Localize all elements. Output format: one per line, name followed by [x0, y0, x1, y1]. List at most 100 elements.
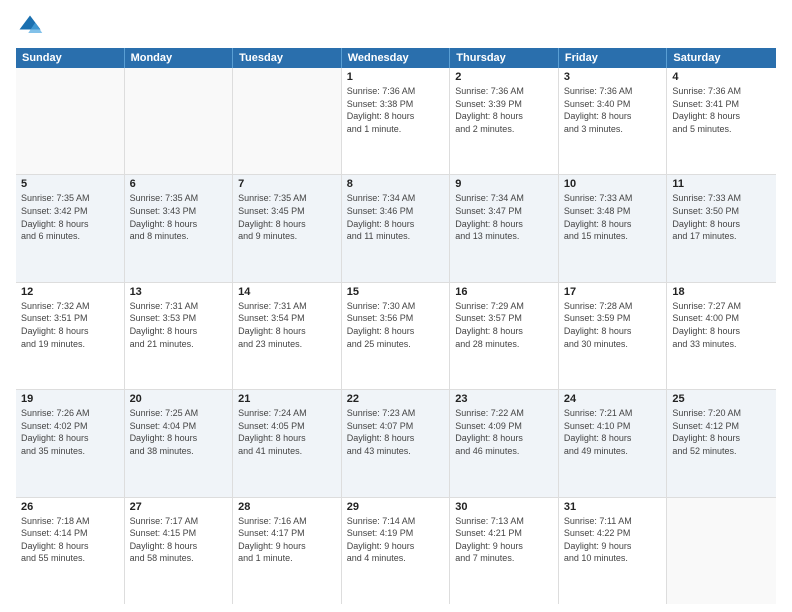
day-number: 29	[347, 501, 445, 513]
day-number: 7	[238, 178, 336, 190]
header-day-wednesday: Wednesday	[342, 48, 451, 68]
day-number: 11	[672, 178, 771, 190]
page: SundayMondayTuesdayWednesdayThursdayFrid…	[0, 0, 792, 612]
cell-detail: Sunrise: 7:13 AMSunset: 4:21 PMDaylight:…	[455, 515, 553, 565]
header-day-friday: Friday	[559, 48, 668, 68]
cal-cell-4-1: 27 Sunrise: 7:17 AMSunset: 4:15 PMDayligh…	[125, 498, 234, 604]
day-number: 21	[238, 393, 336, 405]
day-number: 19	[21, 393, 119, 405]
cal-cell-3-3: 22 Sunrise: 7:23 AMSunset: 4:07 PMDayligh…	[342, 390, 451, 496]
logo	[16, 12, 48, 40]
cal-cell-4-3: 29 Sunrise: 7:14 AMSunset: 4:19 PMDayligh…	[342, 498, 451, 604]
day-number: 17	[564, 286, 662, 298]
cell-detail: Sunrise: 7:11 AMSunset: 4:22 PMDaylight:…	[564, 515, 662, 565]
cal-cell-2-2: 14 Sunrise: 7:31 AMSunset: 3:54 PMDayligh…	[233, 283, 342, 389]
day-number: 5	[21, 178, 119, 190]
cal-cell-0-6: 4 Sunrise: 7:36 AMSunset: 3:41 PMDaylight…	[667, 68, 776, 174]
cal-cell-4-4: 30 Sunrise: 7:13 AMSunset: 4:21 PMDayligh…	[450, 498, 559, 604]
header-day-thursday: Thursday	[450, 48, 559, 68]
day-number: 10	[564, 178, 662, 190]
cal-cell-0-4: 2Sunrise: 7:36 AMSunset: 3:39 PMDaylight…	[450, 68, 559, 174]
day-number: 9	[455, 178, 553, 190]
cell-detail: Sunrise: 7:33 AMSunset: 3:50 PMDaylight:…	[672, 192, 771, 242]
day-number: 23	[455, 393, 553, 405]
day-number: 1	[347, 71, 445, 83]
day-number: 30	[455, 501, 553, 513]
cell-detail: Sunrise: 7:27 AMSunset: 4:00 PMDaylight:…	[672, 300, 771, 350]
cell-detail: Sunrise: 7:26 AMSunset: 4:02 PMDaylight:…	[21, 407, 119, 457]
day-number: 27	[130, 501, 228, 513]
day-number: 13	[130, 286, 228, 298]
calendar-row-1: 5 Sunrise: 7:35 AMSunset: 3:42 PMDaylight…	[16, 175, 776, 282]
cell-detail: Sunrise: 7:14 AMSunset: 4:19 PMDaylight:…	[347, 515, 445, 565]
cell-detail: Sunrise: 7:36 AMSunset: 3:38 PMDaylight:…	[347, 85, 445, 135]
cal-cell-1-3: 8Sunrise: 7:34 AMSunset: 3:46 PMDaylight…	[342, 175, 451, 281]
cal-cell-0-2	[233, 68, 342, 174]
cell-detail: Sunrise: 7:30 AMSunset: 3:56 PMDaylight:…	[347, 300, 445, 350]
logo-icon	[16, 12, 44, 40]
cell-detail: Sunrise: 7:35 AMSunset: 3:42 PMDaylight:…	[21, 192, 119, 242]
cell-detail: Sunrise: 7:36 AMSunset: 3:39 PMDaylight:…	[455, 85, 553, 135]
day-number: 25	[672, 393, 771, 405]
cell-detail: Sunrise: 7:35 AMSunset: 3:45 PMDaylight:…	[238, 192, 336, 242]
cell-detail: Sunrise: 7:17 AMSunset: 4:15 PMDaylight:…	[130, 515, 228, 565]
cal-cell-1-2: 7 Sunrise: 7:35 AMSunset: 3:45 PMDaylight…	[233, 175, 342, 281]
cell-detail: Sunrise: 7:34 AMSunset: 3:47 PMDaylight:…	[455, 192, 553, 242]
cell-detail: Sunrise: 7:31 AMSunset: 3:53 PMDaylight:…	[130, 300, 228, 350]
cal-cell-0-1	[125, 68, 234, 174]
cell-detail: Sunrise: 7:18 AMSunset: 4:14 PMDaylight:…	[21, 515, 119, 565]
cal-cell-2-6: 18 Sunrise: 7:27 AMSunset: 4:00 PMDayligh…	[667, 283, 776, 389]
cal-cell-4-5: 31 Sunrise: 7:11 AMSunset: 4:22 PMDayligh…	[559, 498, 668, 604]
cal-cell-3-6: 25 Sunrise: 7:20 AMSunset: 4:12 PMDayligh…	[667, 390, 776, 496]
calendar-row-0: 1 Sunrise: 7:36 AMSunset: 3:38 PMDaylight…	[16, 68, 776, 175]
day-number: 8	[347, 178, 445, 190]
cell-detail: Sunrise: 7:36 AMSunset: 3:40 PMDaylight:…	[564, 85, 662, 135]
cal-cell-3-0: 19 Sunrise: 7:26 AMSunset: 4:02 PMDayligh…	[16, 390, 125, 496]
day-number: 28	[238, 501, 336, 513]
cell-detail: Sunrise: 7:35 AMSunset: 3:43 PMDaylight:…	[130, 192, 228, 242]
cal-cell-1-0: 5 Sunrise: 7:35 AMSunset: 3:42 PMDaylight…	[16, 175, 125, 281]
day-number: 16	[455, 286, 553, 298]
cell-detail: Sunrise: 7:21 AMSunset: 4:10 PMDaylight:…	[564, 407, 662, 457]
cal-cell-2-4: 16 Sunrise: 7:29 AMSunset: 3:57 PMDayligh…	[450, 283, 559, 389]
calendar: SundayMondayTuesdayWednesdayThursdayFrid…	[16, 48, 776, 604]
day-number: 22	[347, 393, 445, 405]
cell-detail: Sunrise: 7:28 AMSunset: 3:59 PMDaylight:…	[564, 300, 662, 350]
cell-detail: Sunrise: 7:20 AMSunset: 4:12 PMDaylight:…	[672, 407, 771, 457]
cal-cell-0-0	[16, 68, 125, 174]
calendar-header: SundayMondayTuesdayWednesdayThursdayFrid…	[16, 48, 776, 68]
cell-detail: Sunrise: 7:16 AMSunset: 4:17 PMDaylight:…	[238, 515, 336, 565]
cal-cell-2-1: 13 Sunrise: 7:31 AMSunset: 3:53 PMDayligh…	[125, 283, 234, 389]
cell-detail: Sunrise: 7:29 AMSunset: 3:57 PMDaylight:…	[455, 300, 553, 350]
cell-detail: Sunrise: 7:23 AMSunset: 4:07 PMDaylight:…	[347, 407, 445, 457]
cal-cell-1-4: 9 Sunrise: 7:34 AMSunset: 3:47 PMDaylight…	[450, 175, 559, 281]
day-number: 20	[130, 393, 228, 405]
day-number: 4	[672, 71, 771, 83]
day-number: 14	[238, 286, 336, 298]
day-number: 24	[564, 393, 662, 405]
calendar-row-2: 12 Sunrise: 7:32 AMSunset: 3:51 PMDayligh…	[16, 283, 776, 390]
cell-detail: Sunrise: 7:33 AMSunset: 3:48 PMDaylight:…	[564, 192, 662, 242]
cell-detail: Sunrise: 7:31 AMSunset: 3:54 PMDaylight:…	[238, 300, 336, 350]
cal-cell-1-6: 11 Sunrise: 7:33 AMSunset: 3:50 PMDayligh…	[667, 175, 776, 281]
calendar-row-4: 26 Sunrise: 7:18 AMSunset: 4:14 PMDayligh…	[16, 498, 776, 604]
day-number: 26	[21, 501, 119, 513]
day-number: 12	[21, 286, 119, 298]
cal-cell-4-0: 26 Sunrise: 7:18 AMSunset: 4:14 PMDayligh…	[16, 498, 125, 604]
header-day-saturday: Saturday	[667, 48, 776, 68]
day-number: 31	[564, 501, 662, 513]
calendar-row-3: 19 Sunrise: 7:26 AMSunset: 4:02 PMDayligh…	[16, 390, 776, 497]
day-number: 6	[130, 178, 228, 190]
cell-detail: Sunrise: 7:25 AMSunset: 4:04 PMDaylight:…	[130, 407, 228, 457]
cell-detail: Sunrise: 7:32 AMSunset: 3:51 PMDaylight:…	[21, 300, 119, 350]
cal-cell-1-1: 6 Sunrise: 7:35 AMSunset: 3:43 PMDaylight…	[125, 175, 234, 281]
cell-detail: Sunrise: 7:36 AMSunset: 3:41 PMDaylight:…	[672, 85, 771, 135]
cal-cell-3-1: 20 Sunrise: 7:25 AMSunset: 4:04 PMDayligh…	[125, 390, 234, 496]
cell-detail: Sunrise: 7:22 AMSunset: 4:09 PMDaylight:…	[455, 407, 553, 457]
cal-cell-3-4: 23 Sunrise: 7:22 AMSunset: 4:09 PMDayligh…	[450, 390, 559, 496]
cal-cell-1-5: 10 Sunrise: 7:33 AMSunset: 3:48 PMDayligh…	[559, 175, 668, 281]
cell-detail: Sunrise: 7:24 AMSunset: 4:05 PMDaylight:…	[238, 407, 336, 457]
cal-cell-4-2: 28 Sunrise: 7:16 AMSunset: 4:17 PMDayligh…	[233, 498, 342, 604]
day-number: 18	[672, 286, 771, 298]
cal-cell-2-0: 12 Sunrise: 7:32 AMSunset: 3:51 PMDayligh…	[16, 283, 125, 389]
